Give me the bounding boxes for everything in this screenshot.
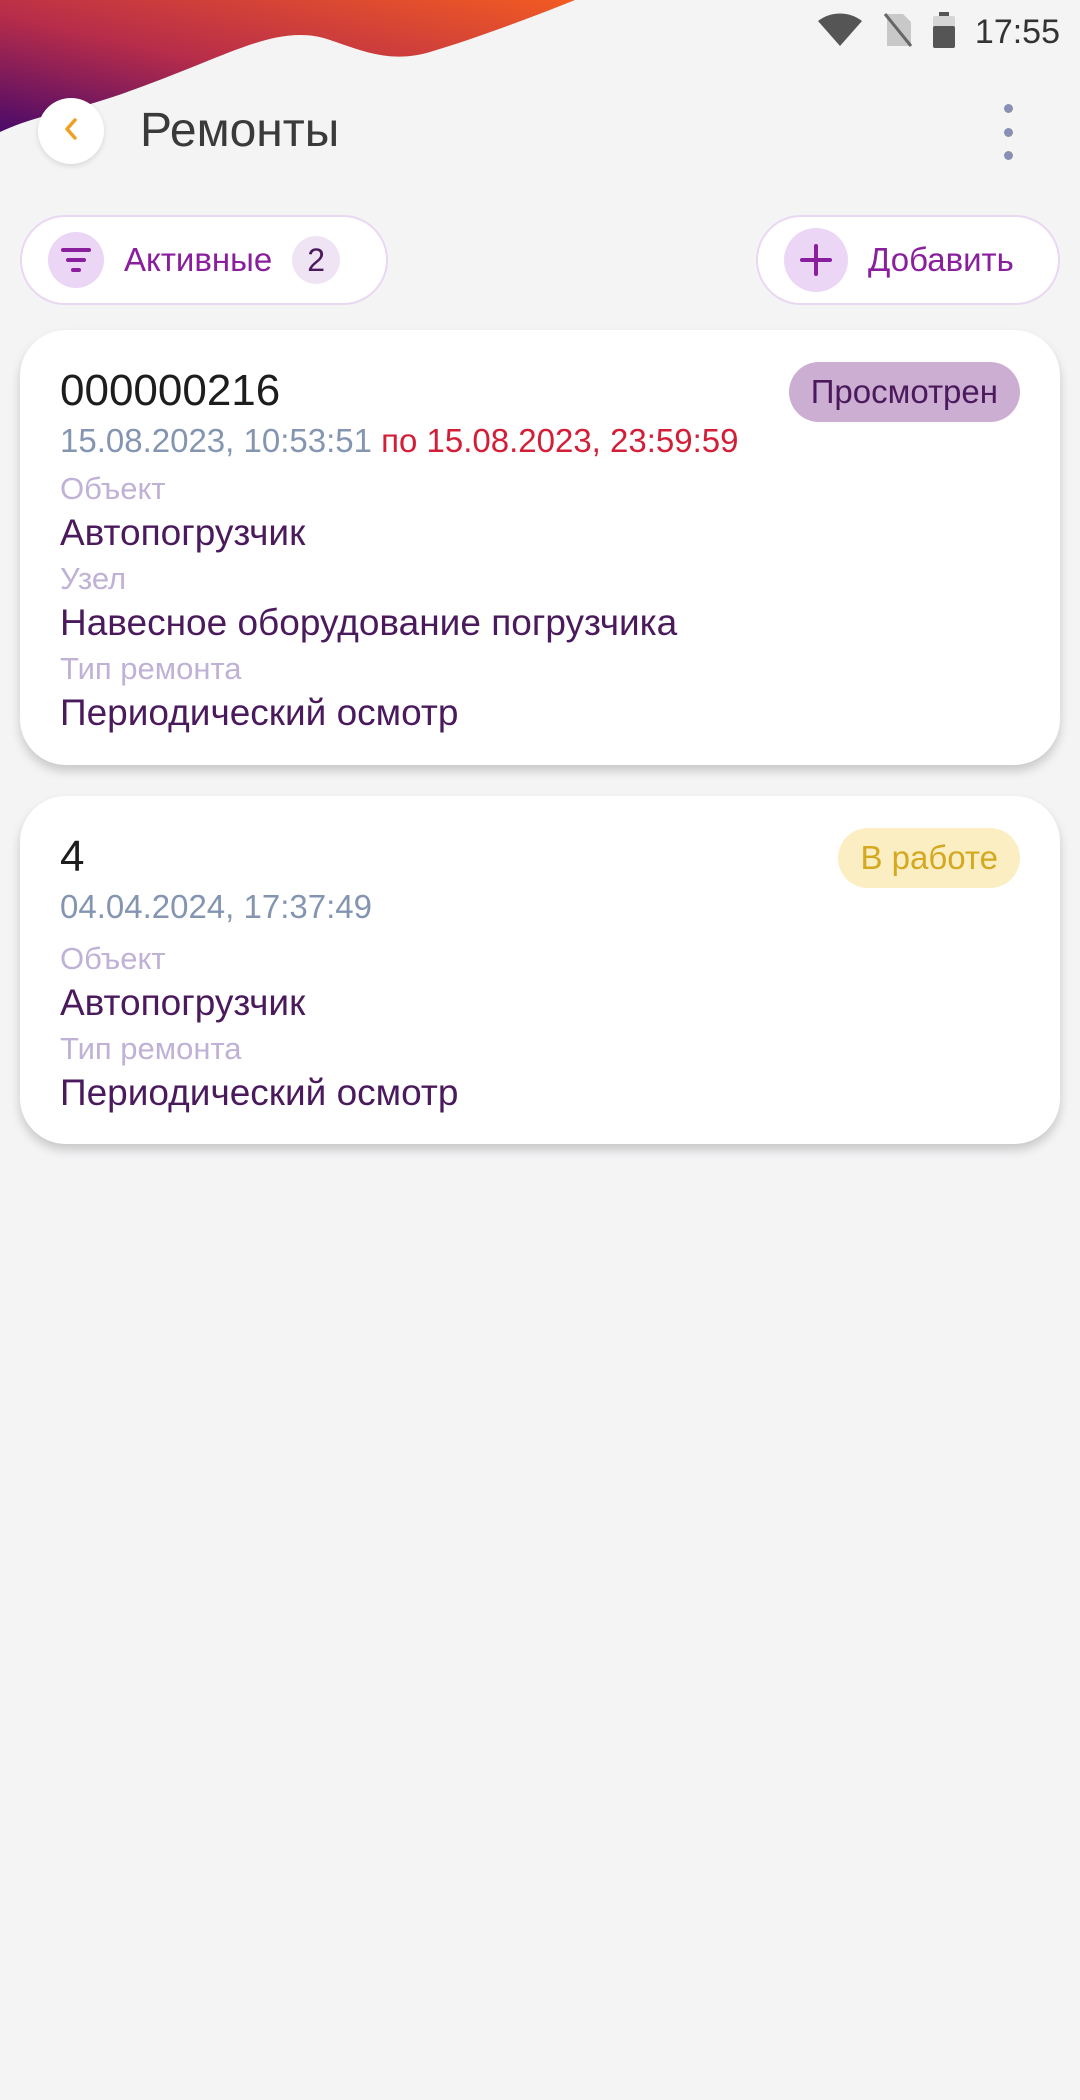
object-value: Автопогрузчик (60, 982, 306, 1023)
chevron-left-icon (63, 117, 79, 146)
status-badge: В работе (838, 828, 1020, 888)
filter-count-badge: 2 (292, 236, 341, 284)
repair-type-label: Тип ремонта (60, 1031, 242, 1066)
status-bar: 17:55 (817, 10, 1060, 54)
node-label: Узел (60, 561, 127, 596)
repair-due-date: по 15.08.2023, 23:59:59 (381, 422, 739, 459)
status-badge: Просмотрен (788, 362, 1020, 422)
wifi-icon (817, 13, 863, 52)
object-label: Объект (60, 941, 166, 976)
back-button[interactable] (38, 98, 104, 164)
repair-type-value: Периодический осмотр (60, 692, 459, 733)
status-time: 17:55 (974, 12, 1060, 51)
repair-start-date: 04.04.2024, 17:37:49 (60, 888, 372, 925)
repair-start-date: 15.08.2023, 10:53:51 (60, 422, 372, 459)
plus-icon (784, 228, 848, 292)
page-title: Ремонты (140, 104, 340, 157)
filter-icon (48, 232, 104, 288)
battery-icon (932, 11, 955, 53)
repair-type-value: Периодический осмотр (60, 1072, 459, 1113)
add-repair-button[interactable]: Добавить (756, 215, 1060, 305)
repair-card[interactable]: 000000216 Просмотрен 15.08.2023, 10:53:5… (20, 330, 1060, 765)
repair-type-label: Тип ремонта (60, 651, 242, 686)
no-sim-icon (883, 12, 913, 53)
more-options-button[interactable] (996, 104, 1020, 160)
repair-card[interactable]: 4 В работе 04.04.2024, 17:37:49 Объект А… (20, 796, 1060, 1144)
more-vert-icon (1003, 104, 1013, 113)
repair-dates: 04.04.2024, 17:37:49 (60, 884, 1020, 930)
object-label: Объект (60, 471, 166, 506)
repair-dates: 15.08.2023, 10:53:51 по 15.08.2023, 23:5… (60, 418, 1020, 464)
add-label: Добавить (868, 241, 1014, 278)
node-value: Навесное оборудование погрузчика (60, 602, 678, 643)
object-value: Автопогрузчик (60, 512, 306, 553)
filter-active-button[interactable]: Активные 2 (20, 215, 388, 305)
filter-label: Активные (124, 241, 273, 278)
